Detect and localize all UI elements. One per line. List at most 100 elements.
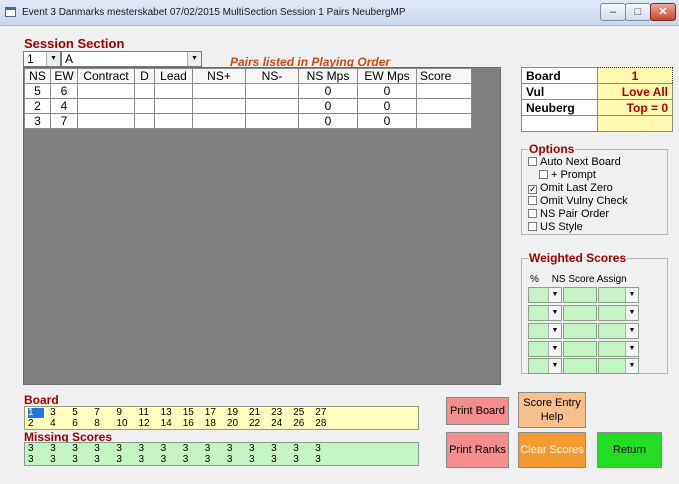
option-omit-last-zero[interactable]: ✓ Omit Last Zero [528,182,613,194]
cell-d[interactable] [134,98,155,114]
board-number-item[interactable]: 14 [161,419,177,429]
weight-assign-select[interactable]: ▼ [598,287,639,303]
board-number-item[interactable]: 5 [72,408,88,418]
board-number-item[interactable]: 18 [205,419,221,429]
cell-ew-mps[interactable]: 0 [357,113,417,129]
cell-ns-plus[interactable] [192,98,246,114]
cell-lead[interactable] [154,83,193,99]
board-number-item[interactable]: 26 [293,419,309,429]
weight-pct-select[interactable]: ▼ [528,358,562,374]
weight-pct-select[interactable]: ▼ [528,287,562,303]
close-button[interactable]: ✕ [650,3,676,21]
board-number-item[interactable]: 28 [315,419,331,429]
board-number-item[interactable]: 10 [116,419,132,429]
missing-score-item: 3 [94,454,100,465]
cell-ns-plus[interactable] [192,113,246,129]
board-number-item[interactable]: 20 [227,419,243,429]
cell-ns-minus[interactable] [245,113,299,129]
weight-assign-select[interactable]: ▼ [598,305,639,321]
option-prompt[interactable]: + Prompt [539,169,596,181]
missing-score-item: 3 [249,443,255,454]
board-label: Board [521,67,598,84]
board-number-item[interactable]: 7 [94,408,110,418]
vul-label: Vul [521,83,598,100]
section-select[interactable]: A ▼ [61,51,202,67]
weight-ns-score-field[interactable] [563,341,597,357]
cell-ns-minus[interactable] [245,98,299,114]
cell-ew-mps[interactable]: 0 [357,83,417,99]
weight-pct-select[interactable]: ▼ [528,341,562,357]
return-button[interactable]: Return [597,432,662,468]
board-number-item[interactable]: 3 [50,408,66,418]
cell-ew-mps[interactable]: 0 [357,98,417,114]
clear-scores-button[interactable]: Clear Scores [518,432,586,468]
score-table-header: NS EW Contract D Lead NS+ NS- NS Mps EW … [24,68,472,84]
board-number-item[interactable]: 19 [227,408,243,418]
board-number-item[interactable]: 11 [139,408,155,418]
board-number-item[interactable]: 17 [205,408,221,418]
weight-ns-score-field[interactable] [563,323,597,339]
minimize-icon: – [609,6,617,18]
weighted-scores-group: Weighted Scores % NS Score Assign ▼ ▼ ▼ … [521,251,668,374]
session-select[interactable]: 1 ▼ [23,51,61,67]
cell-contract[interactable] [77,83,135,99]
score-entry-help-button[interactable]: Score Entry Help [518,392,586,428]
cell-ns[interactable]: 5 [24,83,51,99]
weight-ns-score-field[interactable] [563,358,597,374]
cell-ns[interactable]: 2 [24,98,51,114]
option-ns-pair-order[interactable]: NS Pair Order [528,208,609,220]
cell-score[interactable] [416,98,472,114]
board-number-item[interactable]: 12 [139,419,155,429]
board-number-item[interactable]: 16 [183,419,199,429]
board-number-item[interactable]: 13 [161,408,177,418]
cell-ns-mps[interactable]: 0 [298,113,358,129]
cell-lead[interactable] [154,113,193,129]
cell-lead[interactable] [154,98,193,114]
cell-ns-minus[interactable] [245,83,299,99]
minimize-button[interactable]: – [600,3,626,21]
option-auto-next-board[interactable]: Auto Next Board [528,156,621,168]
cell-score[interactable] [416,113,472,129]
cell-ns[interactable]: 3 [24,113,51,129]
board-number-item[interactable]: 4 [50,419,66,429]
cell-ns-mps[interactable]: 0 [298,98,358,114]
weight-assign-select[interactable]: ▼ [598,323,639,339]
weight-ns-score-field[interactable] [563,287,597,303]
board-list[interactable]: 1 3 5 7 9 11 13 15 17 19 21 23 25 27 2 4 6 8 10 12 14 16 18 20 2… [24,406,419,430]
board-number-item[interactable]: 8 [94,419,110,429]
board-number-item[interactable]: 2 [28,419,44,429]
weight-assign-select[interactable]: ▼ [598,358,639,374]
board-number-item[interactable]: 6 [72,419,88,429]
cell-ew[interactable]: 6 [50,83,78,99]
section-value: A [65,52,74,66]
board-number-item[interactable]: 27 [315,408,331,418]
maximize-button[interactable]: □ [625,3,651,21]
board-number-item[interactable]: 25 [293,408,309,418]
cell-contract[interactable] [77,98,135,114]
board-number-item[interactable]: 24 [271,419,287,429]
cell-ew[interactable]: 4 [50,98,78,114]
cell-ns-plus[interactable] [192,83,246,99]
board-number-item[interactable]: 22 [249,419,265,429]
cell-score[interactable] [416,83,472,99]
option-us-style[interactable]: US Style [528,221,583,233]
cell-ns-mps[interactable]: 0 [298,83,358,99]
info-empty-cell [521,115,598,132]
weight-assign-select[interactable]: ▼ [598,341,639,357]
cell-contract[interactable] [77,113,135,129]
print-ranks-button[interactable]: Print Ranks [446,432,509,468]
cell-d[interactable] [134,113,155,129]
board-number-item[interactable]: 1 [28,408,44,418]
score-grid[interactable]: NS EW Contract D Lead NS+ NS- NS Mps EW … [23,67,501,385]
weight-pct-select[interactable]: ▼ [528,323,562,339]
option-omit-vulny-check[interactable]: Omit Vulny Check [528,195,628,207]
board-number-item[interactable]: 15 [183,408,199,418]
cell-ew[interactable]: 7 [50,113,78,129]
board-number-item[interactable]: 21 [249,408,265,418]
weight-pct-select[interactable]: ▼ [528,305,562,321]
weight-ns-score-field[interactable] [563,305,597,321]
print-board-button[interactable]: Print Board [446,397,509,425]
board-number-item[interactable]: 23 [271,408,287,418]
cell-d[interactable] [134,83,155,99]
board-number-item[interactable]: 9 [116,408,132,418]
